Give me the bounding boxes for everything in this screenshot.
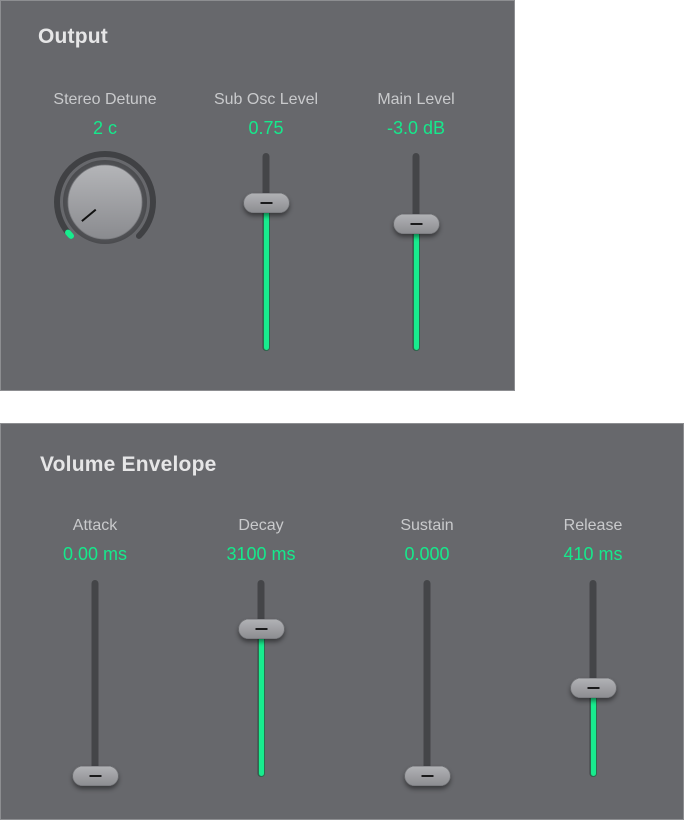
stereo-detune-knob[interactable] — [50, 150, 160, 250]
decay-slider-track[interactable] — [238, 580, 284, 777]
sustain-label: Sustain — [400, 517, 454, 534]
attack-value[interactable]: 0.00 ms — [63, 544, 127, 565]
decay-slider-fill — [258, 628, 264, 776]
decay-label: Decay — [238, 517, 284, 534]
output-panel: Output Stereo Detune 2 c Sub Osc Level 0… — [0, 0, 515, 391]
sub-osc-level-value[interactable]: 0.75 — [248, 118, 283, 139]
release-value[interactable]: 410 ms — [563, 544, 622, 565]
sub-osc-level-slider-fill — [263, 203, 269, 350]
sub-osc-level-slider-thumb[interactable] — [243, 193, 289, 213]
attack-label: Attack — [72, 517, 118, 534]
sub-osc-level-slider-track[interactable] — [243, 153, 289, 351]
decay-value[interactable]: 3100 ms — [226, 544, 295, 565]
main-level-slider-track[interactable] — [393, 153, 439, 351]
output-title: Output — [38, 25, 109, 48]
release-slider-track[interactable] — [570, 580, 616, 777]
stereo-detune-label: Stereo Detune — [53, 91, 157, 108]
sustain-value[interactable]: 0.000 — [404, 544, 449, 565]
main-level-slider-thumb[interactable] — [393, 213, 439, 234]
decay-slider-thumb[interactable] — [238, 618, 284, 639]
volume-envelope-panel: Volume Envelope Attack 0.00 ms Decay 310… — [0, 423, 684, 820]
release-slider-fill — [590, 688, 596, 776]
attack-slider-thumb[interactable] — [72, 766, 118, 786]
stereo-detune-value[interactable]: 2 c — [93, 118, 117, 139]
sustain-slider-track[interactable] — [404, 580, 450, 786]
main-level-value[interactable]: -3.0 dB — [387, 118, 445, 139]
sustain-slider-thumb[interactable] — [404, 766, 450, 786]
knob-value-arc — [65, 229, 75, 239]
release-label: Release — [563, 517, 623, 534]
volume-envelope-title: Volume Envelope — [40, 453, 217, 476]
main-level-slider-fill — [413, 223, 419, 350]
attack-slider-track[interactable] — [72, 580, 118, 786]
main-level-label: Main Level — [377, 91, 455, 108]
release-slider-thumb[interactable] — [570, 678, 616, 699]
knob-cap — [67, 164, 143, 240]
sub-osc-level-label: Sub Osc Level — [213, 91, 319, 108]
